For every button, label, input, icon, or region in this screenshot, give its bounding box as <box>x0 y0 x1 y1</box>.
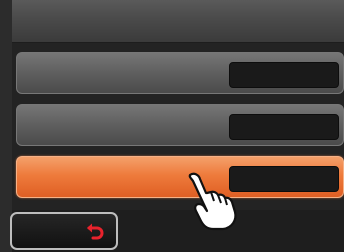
menu-row-value <box>229 62 339 88</box>
back-button[interactable] <box>10 212 118 250</box>
menu-row-value <box>229 166 339 192</box>
device-frame <box>0 0 344 252</box>
menu-row-value <box>229 114 339 140</box>
menu-row-2[interactable] <box>16 104 344 146</box>
title-bar <box>12 0 344 43</box>
return-arrow-icon <box>87 223 104 240</box>
menu-row-1[interactable] <box>16 52 344 94</box>
pointing-hand-icon <box>188 172 237 231</box>
